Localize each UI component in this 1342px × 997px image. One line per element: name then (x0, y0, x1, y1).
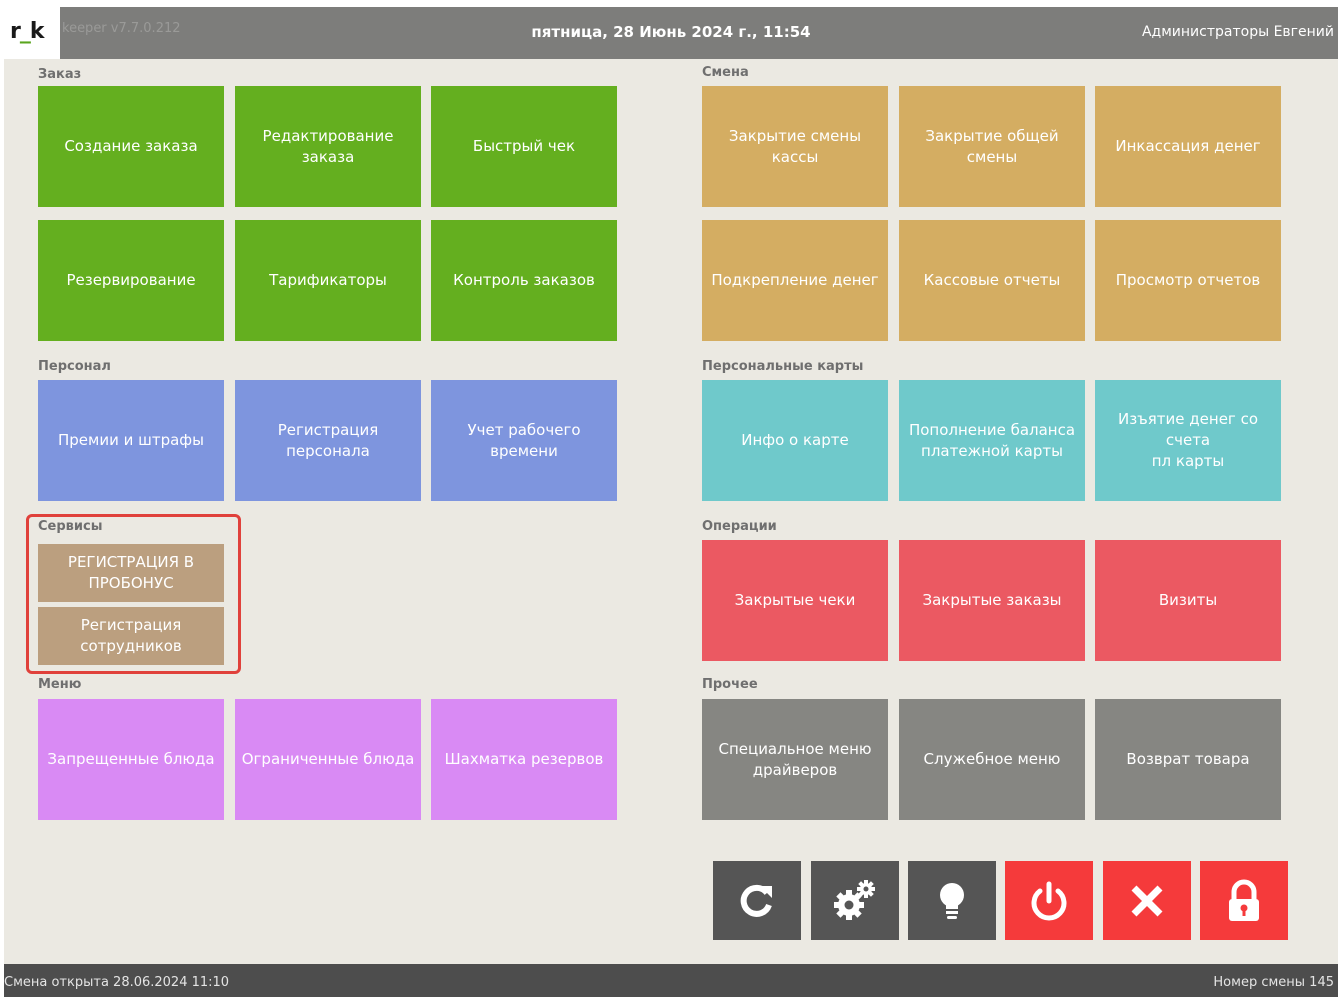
close-button[interactable] (1103, 861, 1191, 940)
service-menu-button[interactable]: Служебное меню (899, 699, 1085, 820)
quick-check-button[interactable]: Быстрый чек (431, 86, 617, 207)
lock-button[interactable] (1200, 861, 1288, 940)
power-button[interactable] (1005, 861, 1093, 940)
shift-number-status: Номер смены 145 (1213, 975, 1334, 990)
bonuses-fines-button[interactable]: Премии и штрафы (38, 380, 224, 501)
section-title-shift: Смена (702, 65, 749, 80)
limited-dishes-button[interactable]: Ограниченные блюда (235, 699, 421, 820)
section-title-staff: Персонал (38, 359, 111, 374)
app-window: r_k keeper v7.7.0.212 пятница, 28 Июнь 2… (4, 7, 1338, 997)
probonus-registration-button[interactable]: РЕГИСТРАЦИЯ В ПРОБОНУС (38, 544, 224, 602)
reservation-button[interactable]: Резервирование (38, 220, 224, 341)
edit-order-button[interactable]: Редактирование заказа (235, 86, 421, 207)
status-bar: Смена открыта 28.06.2024 11:10 Номер сме… (4, 964, 1338, 997)
visits-button[interactable]: Визиты (1095, 540, 1281, 661)
datetime-label: пятница, 28 Июнь 2024 г., 11:54 (531, 23, 811, 41)
lightbulb-icon (940, 882, 964, 919)
refresh-icon (740, 884, 772, 917)
section-title-other: Прочее (702, 677, 758, 692)
order-control-button[interactable]: Контроль заказов (431, 220, 617, 341)
refresh-button[interactable] (713, 861, 801, 940)
closed-orders-button[interactable]: Закрытые заказы (899, 540, 1085, 661)
return-goods-button[interactable]: Возврат товара (1095, 699, 1281, 820)
cash-reinforcement-button[interactable]: Подкрепление денег (702, 220, 888, 341)
gears-icon (834, 879, 875, 920)
card-info-button[interactable]: Инфо о карте (702, 380, 888, 501)
shift-opened-status: Смена открыта 28.06.2024 11:10 (4, 975, 230, 990)
cash-collection-button[interactable]: Инкассация денег (1095, 86, 1281, 207)
employee-registration-button[interactable]: Регистрация сотрудников (38, 607, 224, 665)
tariff-button[interactable]: Тарификаторы (235, 220, 421, 341)
reservation-grid-button[interactable]: Шахматка резервов (431, 699, 617, 820)
forbidden-dishes-button[interactable]: Запрещенные блюда (38, 699, 224, 820)
close-cash-shift-button[interactable]: Закрытие смены кассы (702, 86, 888, 207)
close-icon (1131, 885, 1163, 916)
work-time-button[interactable]: Учет рабочего времени (431, 380, 617, 501)
section-title-cards: Персональные карты (702, 359, 864, 374)
closed-checks-button[interactable]: Закрытые чеки (702, 540, 888, 661)
close-general-shift-button[interactable]: Закрытие общей смены (899, 86, 1085, 207)
create-order-button[interactable]: Создание заказа (38, 86, 224, 207)
cash-reports-button[interactable]: Кассовые отчеты (899, 220, 1085, 341)
section-title-order: Заказ (38, 67, 82, 82)
settings-button[interactable] (811, 861, 899, 940)
lock-icon (1229, 879, 1259, 921)
section-title-menu: Меню (38, 677, 82, 692)
section-title-operations: Операции (702, 519, 777, 534)
user-name: Администраторы Евгений (1141, 24, 1334, 40)
card-topup-button[interactable]: Пополнение баланса платежной карты (899, 380, 1085, 501)
hint-button[interactable] (908, 861, 996, 940)
power-icon (1031, 881, 1067, 920)
header-bar: r_k keeper v7.7.0.212 пятница, 28 Июнь 2… (4, 7, 1338, 59)
card-withdraw-button[interactable]: Изъятие денег со счета пл карты (1095, 380, 1281, 501)
driver-menu-button[interactable]: Специальное меню драйверов (702, 699, 888, 820)
view-reports-button[interactable]: Просмотр отчетов (1095, 220, 1281, 341)
section-title-services: Сервисы (38, 519, 103, 534)
staff-registration-button[interactable]: Регистрация персонала (235, 380, 421, 501)
